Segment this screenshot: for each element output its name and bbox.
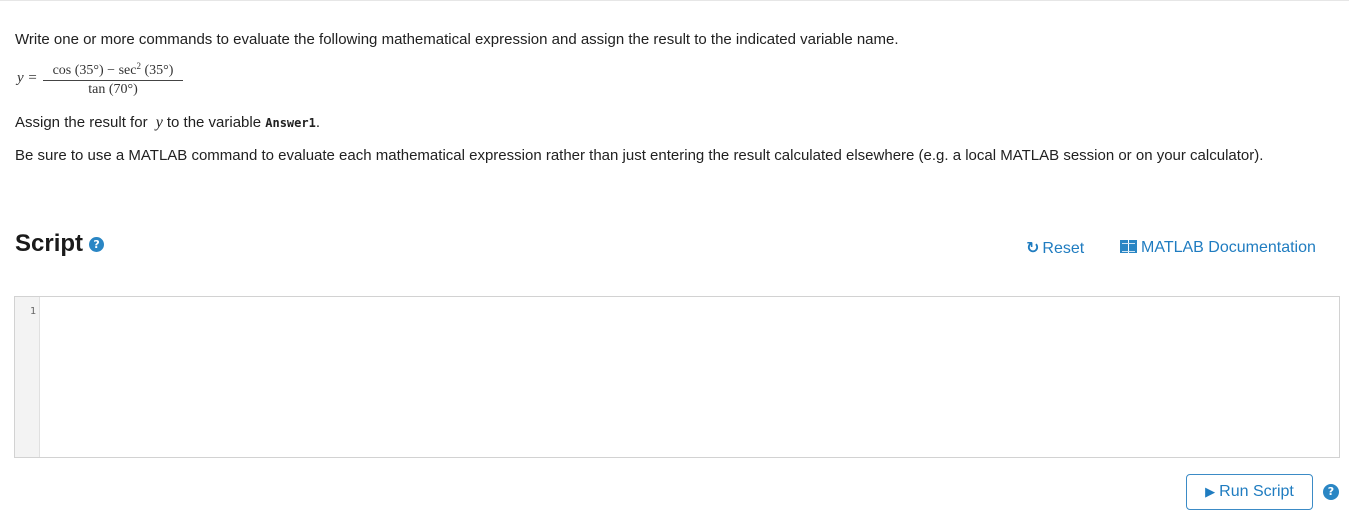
assign-instruction: Assign the result for y to the variable A… [15,114,320,132]
assign-target-variable: Answer1 [265,116,316,130]
numerator-part-2: (35°) [140,63,174,78]
reset-icon: ↻ [1026,238,1040,257]
run-script-label: Run Script [1219,483,1294,500]
numerator-part-1: cos (35°) − sec [52,63,137,78]
equation-lhs-text: y = [17,70,38,86]
code-input-area[interactable] [41,297,1339,457]
equation-denominator: tan (70°) [88,82,138,97]
equation-fraction: cos (35°) − sec2 (35°) tan (70°) [43,62,183,99]
documentation-label: MATLAB Documentation [1141,239,1316,256]
assign-prefix: Assign the result for [15,114,148,131]
script-title-text: Script [15,230,84,257]
play-icon: ▶ [1205,485,1216,500]
assign-suffix: . [315,114,320,131]
problem-note: Be sure to use a MATLAB command to evalu… [15,147,1264,164]
line-number: 1 [29,306,36,317]
matlab-documentation-link[interactable]: MATLAB Documentation [1120,238,1316,258]
code-editor[interactable]: 1 [14,296,1340,458]
help-icon[interactable]: ? [89,237,105,252]
equation-numerator: cos (35°) − sec2 (35°) [43,62,183,80]
problem-intro: Write one or more commands to evaluate t… [15,31,899,48]
reset-label: Reset [1042,240,1085,257]
equation-lhs: y = [17,70,38,87]
book-icon [1120,240,1137,253]
assign-variable: y [155,114,163,131]
assign-mid: to the variable [166,114,262,131]
top-divider [0,0,1349,1]
run-help-icon[interactable]: ? [1323,484,1339,500]
script-heading: Script? [15,230,105,258]
reset-link[interactable]: ↻ Reset [1026,238,1084,259]
run-script-button[interactable]: ▶ Run Script [1186,474,1313,510]
editor-gutter: 1 [15,297,40,457]
